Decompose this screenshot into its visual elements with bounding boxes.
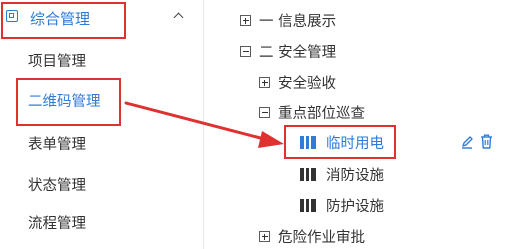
qrcode-icon: [300, 168, 316, 181]
collapse-icon[interactable]: [240, 46, 251, 57]
collapse-icon[interactable]: [259, 107, 270, 118]
tree-node-label: 一 信息展示: [259, 14, 337, 30]
expand-icon[interactable]: [259, 231, 270, 242]
tree-node-label: 重点部位巡查: [278, 106, 365, 122]
sidebar-item-project[interactable]: 项目管理: [28, 50, 86, 71]
sidebar-item-label: 状态管理: [28, 178, 86, 194]
tree-node-label: 危险作业审批: [278, 230, 365, 246]
tree-node-label: 安全验收: [278, 76, 336, 92]
sidebar-item-forms[interactable]: 表单管理: [28, 133, 86, 154]
sidebar-item-qrcode[interactable]: 二维码管理: [28, 90, 101, 111]
sidebar-group-header[interactable]: 综合管理: [0, 0, 203, 38]
sidebar: 综合管理 项目管理 二维码管理 表单管理 状态管理 流程管理: [0, 0, 204, 249]
edit-icon[interactable]: [460, 135, 474, 153]
qrcode-icon: [300, 199, 316, 212]
tree-node-label: 消防设施: [326, 168, 384, 184]
window-icon: [6, 10, 18, 22]
sidebar-item-status[interactable]: 状态管理: [28, 174, 86, 195]
sidebar-item-label: 二维码管理: [28, 94, 101, 110]
expand-icon[interactable]: [240, 15, 251, 26]
tree-node-label: 临时用电: [326, 136, 384, 152]
tree-panel: 一 信息展示 二 安全管理 安全验收 重点部位巡查 临时用电 消防设施 防护设施…: [204, 0, 516, 249]
delete-icon[interactable]: [480, 134, 493, 153]
sidebar-group-label: 综合管理: [30, 10, 91, 28]
tree-node-label: 防护设施: [326, 199, 384, 215]
sidebar-item-label: 项目管理: [28, 54, 86, 70]
chevron-up-icon[interactable]: [173, 12, 184, 23]
sidebar-item-label: 流程管理: [28, 216, 86, 232]
sidebar-item-label: 表单管理: [28, 137, 86, 153]
tree-node-label: 二 安全管理: [259, 45, 337, 61]
sidebar-item-workflow[interactable]: 流程管理: [28, 212, 86, 233]
qrcode-icon: [300, 136, 316, 149]
expand-icon[interactable]: [259, 77, 270, 88]
